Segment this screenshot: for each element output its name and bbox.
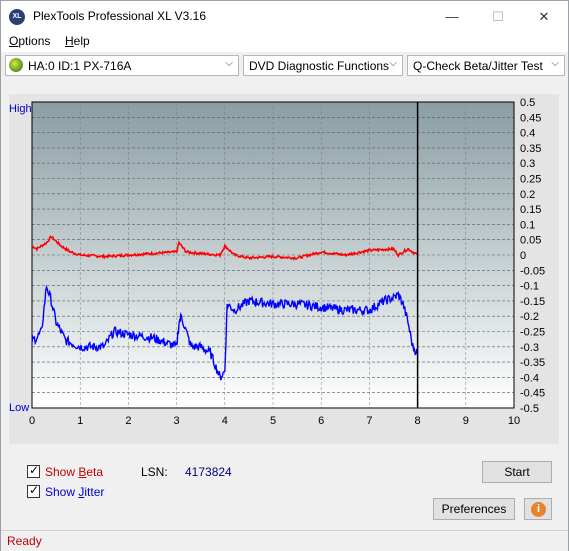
- test-select-value: Q-Check Beta/Jitter Test: [413, 59, 543, 73]
- menu-options-label: ptions: [18, 34, 51, 48]
- chevron-down-icon: ⌵: [389, 58, 397, 69]
- y-tick-label: -0.2: [520, 311, 539, 323]
- test-select[interactable]: Q-Check Beta/Jitter Test ⌵: [407, 55, 565, 76]
- title-bar: XL PlexTools Professional XL V3.16 — ☐ ✕: [1, 1, 568, 32]
- x-tick-label: 1: [77, 415, 83, 427]
- menu-help[interactable]: Help: [65, 34, 90, 48]
- y-tick-label: -0.15: [520, 296, 545, 308]
- y-tick-label: -0.4: [520, 372, 539, 384]
- x-tick-label: 0: [29, 415, 35, 427]
- x-tick-label: 4: [222, 415, 228, 427]
- chevron-down-icon: ⌵: [225, 58, 233, 69]
- status-bar: Ready: [1, 530, 568, 551]
- y-tick-label: 0.3: [520, 158, 535, 170]
- app-window: XL PlexTools Professional XL V3.16 — ☐ ✕…: [0, 0, 569, 551]
- menu-help-label: elp: [73, 34, 90, 48]
- close-button[interactable]: ✕: [521, 1, 567, 32]
- show-beta-prefix: Show: [45, 465, 79, 479]
- y-tick-label: -0.3: [520, 342, 539, 354]
- y-tick-label: 0.1: [520, 219, 535, 231]
- maximize-button[interactable]: ☐: [475, 1, 521, 32]
- chart-panel: High Low 0 1 2 3 4 5 6 7 8 9 10 0.5 0.45 0.4 0.35 0.3 0…: [9, 94, 559, 444]
- x-tick-label: 7: [366, 415, 372, 427]
- y-tick-label: 0.35: [520, 143, 541, 155]
- y-tick-label: -0.45: [520, 388, 545, 400]
- show-beta-checkbox[interactable]: ✓: [27, 463, 40, 478]
- info-button[interactable]: i: [524, 498, 552, 520]
- lsn-label: LSN:: [141, 465, 168, 479]
- show-beta-label[interactable]: Show Beta: [45, 465, 103, 479]
- function-select-value: DVD Diagnostic Functions: [249, 59, 390, 73]
- y-tick-label: -0.05: [520, 265, 545, 277]
- y-tick-label: -0.25: [520, 327, 545, 339]
- app-logo-icon: XL: [9, 9, 25, 25]
- drive-select[interactable]: HA:0 ID:1 PX-716A ⌵: [5, 55, 239, 76]
- y-tick-label: -0.35: [520, 357, 545, 369]
- y-tick-label: 0.25: [520, 174, 541, 186]
- start-button[interactable]: Start: [482, 461, 552, 483]
- y-axis-high-label: High: [9, 103, 32, 115]
- menu-options-mnemonic: O: [9, 34, 19, 48]
- y-tick-label: 0.2: [520, 189, 535, 201]
- checkmark-icon: ✓: [29, 463, 40, 477]
- show-beta-rest: eta: [86, 465, 104, 479]
- y-tick-label: 0.4: [520, 128, 535, 140]
- menu-options[interactable]: Options: [9, 34, 50, 48]
- x-tick-label: 2: [125, 415, 131, 427]
- y-tick-label: -0.1: [520, 281, 539, 293]
- preferences-button[interactable]: Preferences: [433, 498, 515, 520]
- y-tick-label: 0.5: [520, 97, 535, 109]
- function-select[interactable]: DVD Diagnostic Functions ⌵: [243, 55, 403, 76]
- x-tick-label: 3: [174, 415, 180, 427]
- y-tick-label: 0.05: [520, 235, 541, 247]
- minimize-button[interactable]: —: [429, 1, 475, 32]
- y-tick-label: 0.15: [520, 204, 541, 216]
- lsn-value: 4173824: [185, 465, 232, 479]
- show-jitter-rest: itter: [84, 485, 105, 499]
- menu-bar: Options Help: [1, 32, 568, 52]
- toolbar: HA:0 ID:1 PX-716A ⌵ DVD Diagnostic Funct…: [1, 53, 568, 79]
- x-tick-label: 9: [463, 415, 469, 427]
- info-icon: i: [531, 502, 546, 517]
- show-jitter-prefix: Show: [45, 485, 79, 499]
- x-tick-label: 8: [415, 415, 421, 427]
- controls-panel: ✓ Show Beta ✓ Show Jitter LSN: 4173824 S…: [9, 453, 559, 525]
- y-tick-label: 0.45: [520, 112, 541, 124]
- x-tick-label: 5: [270, 415, 276, 427]
- show-jitter-label[interactable]: Show Jitter: [45, 485, 104, 499]
- menu-help-mnemonic: H: [65, 34, 74, 48]
- beta-jitter-chart: High Low 0 1 2 3 4 5 6 7 8 9 10 0.5 0.45 0.4 0.35 0.3 0…: [9, 97, 545, 427]
- disc-drive-icon: [9, 58, 23, 72]
- checkmark-icon: ✓: [29, 483, 40, 497]
- y-tick-label: 0: [520, 250, 526, 262]
- y-tick-label: -0.5: [520, 403, 539, 415]
- window-title: PlexTools Professional XL V3.16: [33, 9, 206, 23]
- y-axis-low-label: Low: [9, 402, 29, 414]
- show-jitter-checkbox[interactable]: ✓: [27, 483, 40, 498]
- drive-select-value: HA:0 ID:1 PX-716A: [28, 59, 132, 73]
- x-tick-label: 6: [318, 415, 324, 427]
- chevron-down-icon: ⌵: [551, 58, 559, 69]
- x-tick-label: 10: [508, 415, 520, 427]
- status-text: Ready: [7, 534, 42, 548]
